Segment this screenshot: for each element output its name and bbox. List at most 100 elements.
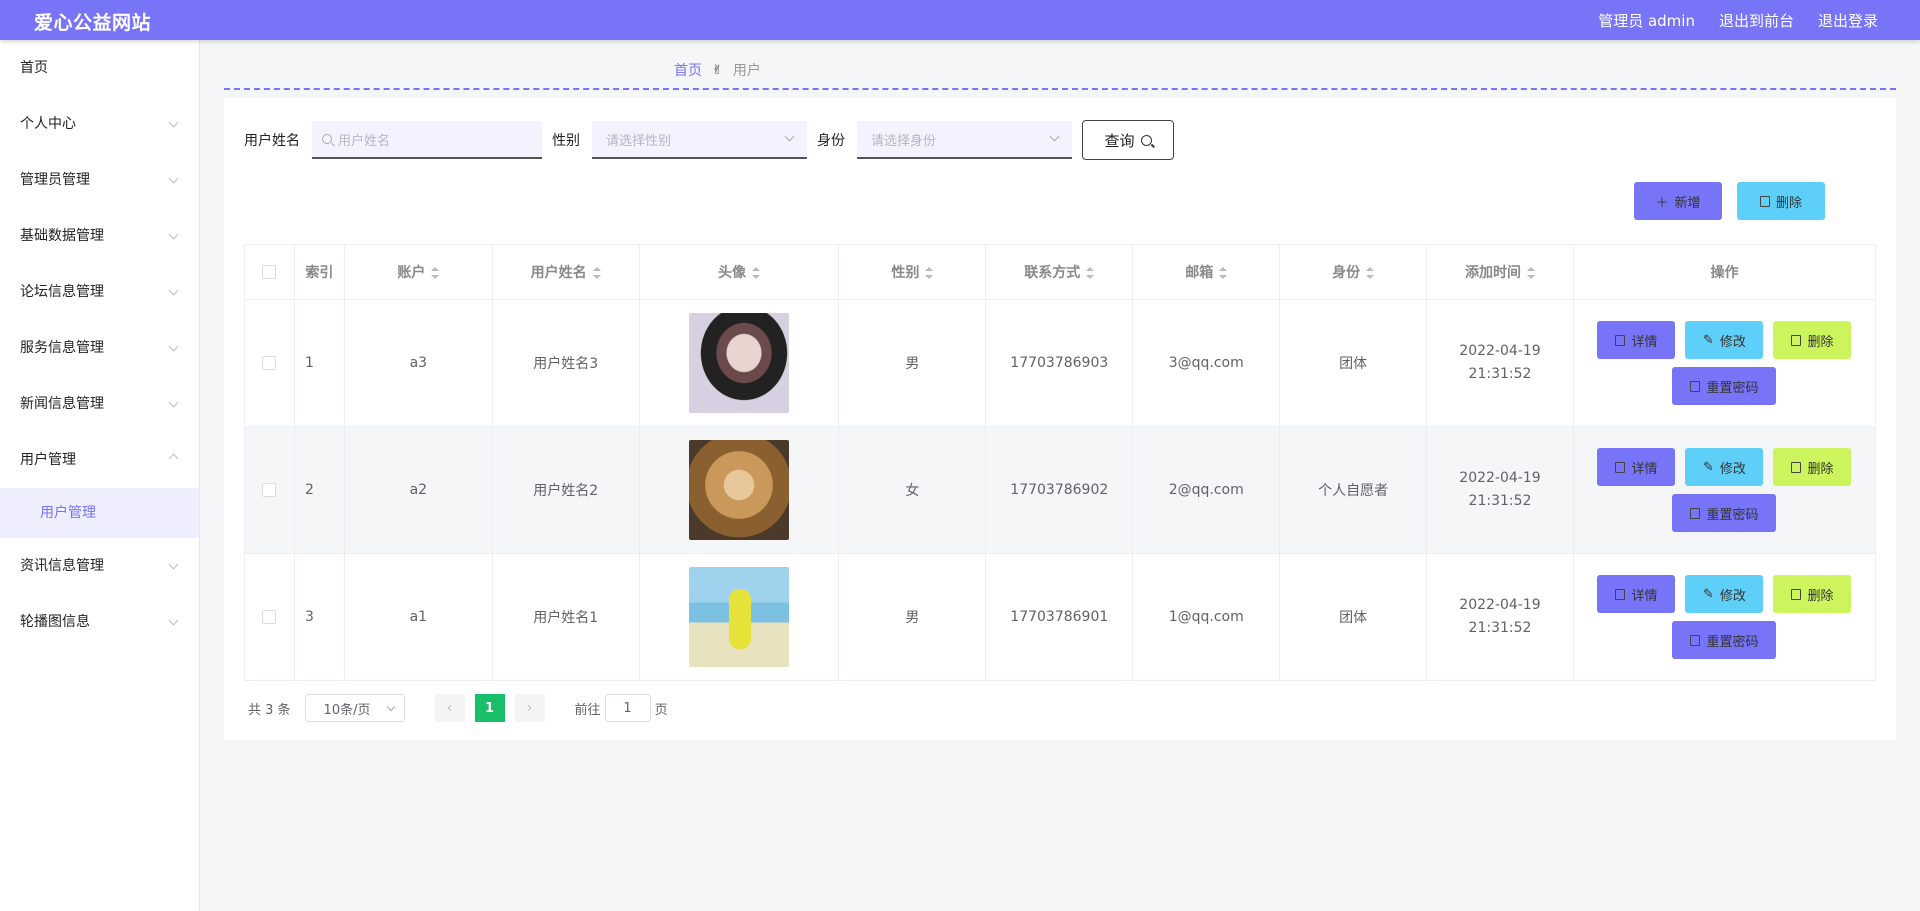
cell-time: 2022-04-19 21:31:52: [1426, 299, 1574, 427]
col-avatar[interactable]: 头像: [639, 244, 840, 300]
delete-button[interactable]: 删除: [1773, 321, 1852, 359]
add-button-label: 新增: [1674, 195, 1701, 211]
chevron-down-icon: [168, 208, 179, 264]
next-page-button[interactable]: ›: [514, 694, 545, 722]
cell-avatar: [639, 299, 840, 427]
sidebar-item-label: 基础数据管理: [20, 228, 104, 244]
sidebar-item-users[interactable]: 用户管理: [0, 432, 199, 488]
detail-button[interactable]: 详情: [1597, 321, 1676, 359]
sidebar-item-home[interactable]: 首页: [0, 40, 199, 96]
cell-time: 2022-04-19 21:31:52: [1426, 553, 1574, 681]
gender-label: 性别: [552, 133, 580, 149]
logout-link[interactable]: 退出登录: [1818, 10, 1878, 31]
sidebar-item-base-data[interactable]: 基础数据管理: [0, 208, 199, 264]
sidebar-subitem-user-management[interactable]: 用户管理: [0, 488, 199, 538]
col-time[interactable]: 添加时间: [1426, 244, 1574, 300]
sort-icon[interactable]: [1526, 267, 1535, 279]
sidebar-item-forum[interactable]: 论坛信息管理: [0, 264, 199, 320]
col-ops: 操作: [1573, 244, 1877, 300]
reset-password-button[interactable]: 重置密码: [1672, 494, 1777, 532]
page-goto: 前往 1 页: [575, 694, 668, 722]
chevron-down-icon: [168, 320, 179, 376]
edit-button[interactable]: ✎ 修改: [1685, 448, 1764, 486]
sort-icon[interactable]: [925, 267, 934, 279]
breadcrumb: 首页 ✌ 用户: [674, 60, 761, 80]
sort-icon[interactable]: [592, 267, 601, 279]
row-checkbox[interactable]: [262, 356, 277, 370]
avatar-image[interactable]: [689, 313, 790, 413]
edit-button[interactable]: ✎ 修改: [1685, 321, 1764, 359]
batch-delete-button[interactable]: 删除: [1737, 182, 1825, 220]
breadcrumb-home[interactable]: 首页: [674, 60, 702, 80]
col-email[interactable]: 邮箱: [1132, 244, 1281, 300]
col-gender[interactable]: 性别: [838, 244, 987, 300]
header-actions: 管理员 admin 退出到前台 退出登录: [1598, 10, 1878, 31]
chevron-down-icon: [168, 538, 179, 594]
breadcrumb-current: 用户: [732, 63, 761, 79]
cell-name: 用户姓名3: [492, 299, 640, 427]
col-index: 索引: [294, 244, 345, 300]
sidebar-item-carousel[interactable]: 轮播图信息: [0, 594, 199, 650]
cell-account: a2: [344, 426, 493, 554]
sidebar: 首页 个人中心 管理员管理 基础数据管理 论坛信息管理 服务信息管理 新闻信息管…: [0, 40, 200, 911]
goto-suffix: 页: [654, 702, 668, 718]
sidebar-item-label: 资讯信息管理: [20, 558, 104, 574]
role-select[interactable]: 请选择身份: [857, 121, 1072, 159]
reset-password-button[interactable]: 重置密码: [1672, 367, 1777, 405]
cell-phone: 17703786903: [985, 299, 1134, 427]
reset-password-button[interactable]: 重置密码: [1672, 621, 1777, 659]
sidebar-item-profile[interactable]: 个人中心: [0, 96, 199, 152]
page-size-select[interactable]: 10条/页: [304, 694, 405, 722]
top-header: 爱心公益网站 管理员 admin 退出到前台 退出登录: [0, 0, 1920, 40]
sort-icon[interactable]: [752, 267, 761, 279]
page-size-value: 10条/页: [323, 702, 371, 718]
avatar-image[interactable]: [689, 440, 790, 540]
sidebar-item-service[interactable]: 服务信息管理: [0, 320, 199, 376]
trash-icon: [1759, 195, 1770, 207]
gender-select[interactable]: 请选择性别: [592, 121, 807, 159]
table-row: 1 a3 用户姓名3 男 17703786903 3@qq.com 团体 202…: [244, 299, 1877, 427]
sort-icon[interactable]: [1366, 267, 1375, 279]
breadcrumb-separator-icon: ✌: [712, 62, 723, 78]
col-index-label: 索引: [305, 265, 334, 281]
exit-to-front-link[interactable]: 退出到前台: [1719, 10, 1794, 31]
goto-page-input[interactable]: 1: [604, 694, 651, 722]
sidebar-item-label: 新闻信息管理: [20, 396, 104, 412]
edit-button[interactable]: ✎ 修改: [1685, 575, 1764, 613]
page-number-button[interactable]: 1: [474, 694, 505, 722]
select-all-checkbox[interactable]: [262, 265, 277, 279]
cell-index: 2: [294, 426, 345, 554]
query-button[interactable]: 查询: [1082, 120, 1174, 160]
col-account[interactable]: 账户: [344, 244, 493, 300]
document-icon: [1615, 588, 1626, 600]
cell-phone: 17703786902: [985, 426, 1134, 554]
sort-icon[interactable]: [1086, 267, 1095, 279]
cell-gender: 女: [838, 426, 987, 554]
name-search-input[interactable]: 用户姓名: [312, 121, 542, 159]
sort-icon[interactable]: [431, 267, 440, 279]
col-name[interactable]: 用户姓名: [492, 244, 640, 300]
col-phone[interactable]: 联系方式: [985, 244, 1134, 300]
avatar-image[interactable]: [689, 567, 790, 667]
detail-button[interactable]: 详情: [1597, 448, 1676, 486]
sort-icon[interactable]: [1219, 267, 1228, 279]
detail-button[interactable]: 详情: [1597, 575, 1676, 613]
delete-button[interactable]: 删除: [1773, 448, 1852, 486]
document-icon: [1615, 334, 1626, 346]
pencil-icon: ✎: [1703, 332, 1714, 348]
prev-page-button[interactable]: ‹: [434, 694, 465, 722]
col-role[interactable]: 身份: [1279, 244, 1428, 300]
row-checkbox[interactable]: [262, 483, 277, 497]
sidebar-item-info[interactable]: 资讯信息管理: [0, 538, 199, 594]
sidebar-item-admin[interactable]: 管理员管理: [0, 152, 199, 208]
sidebar-item-news[interactable]: 新闻信息管理: [0, 376, 199, 432]
delete-button[interactable]: 删除: [1773, 575, 1852, 613]
sidebar-item-label: 管理员管理: [20, 172, 90, 188]
table-row: 3 a1 用户姓名1 男 17703786901 1@qq.com 团体 202…: [244, 553, 1877, 681]
chevron-down-icon: [784, 131, 795, 142]
col-phone-label: 联系方式: [1024, 265, 1081, 281]
cell-role: 团体: [1279, 299, 1428, 427]
add-button[interactable]: ＋ 新增: [1634, 182, 1722, 220]
cell-avatar: [639, 553, 840, 681]
row-checkbox[interactable]: [262, 610, 277, 624]
